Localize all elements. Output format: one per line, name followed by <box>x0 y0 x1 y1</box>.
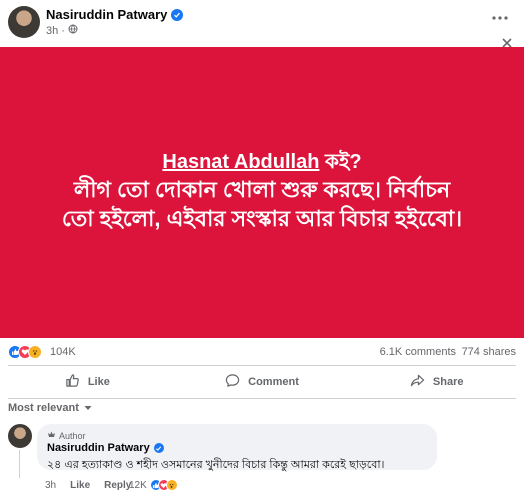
dot-separator: · <box>61 24 65 37</box>
commenter-name[interactable]: Nasiruddin Patwary <box>47 442 427 454</box>
comment-reply-button[interactable]: Reply <box>104 480 131 491</box>
share-button[interactable]: Share <box>349 368 524 396</box>
reaction-icons[interactable] <box>8 345 42 359</box>
globe-icon <box>68 24 78 37</box>
comment-sort-dropdown[interactable]: Most relevant <box>8 402 92 414</box>
comment-label: Comment <box>248 376 299 388</box>
verified-icon <box>171 8 184 21</box>
like-label: Like <box>87 376 110 388</box>
mention-link[interactable]: Hasnat Abdullah <box>162 151 319 173</box>
post-banner[interactable]: Hasnat Abdullah কই? লীগ তো দোকান খোলা শু… <box>0 47 524 338</box>
banner-text: Hasnat Abdullah কই? লীগ তো দোকান খোলা শু… <box>0 149 524 233</box>
reaction-count[interactable]: 104K <box>50 346 76 358</box>
comment-reaction-count: 12K <box>129 479 147 491</box>
wow-reaction-icon <box>28 345 42 359</box>
banner-line-1-suffix: কই? <box>319 151 362 173</box>
verified-icon <box>153 443 164 453</box>
comment-meta: 3h Like Reply <box>45 480 131 491</box>
post-header: Nasiruddin Patwary 3h · <box>0 0 524 48</box>
more-icon[interactable] <box>490 10 510 26</box>
comment-button[interactable]: Comment <box>175 368 350 396</box>
action-bar: Like Comment Share <box>0 368 524 396</box>
commenter-avatar[interactable] <box>8 424 32 448</box>
thread-line <box>19 450 20 478</box>
shares-count[interactable]: 774 shares <box>462 346 516 358</box>
author-name[interactable]: Nasiruddin Patwary <box>46 7 184 22</box>
comment-like-button[interactable]: Like <box>70 480 90 491</box>
sort-label: Most relevant <box>8 402 79 414</box>
banner-line-3: তো হইলো, এইবার সংস্কার আর বিচার হইবেো। <box>61 206 463 231</box>
comment-bubble: Author Nasiruddin Patwary ২৪ এর হত্যাকাণ… <box>37 424 437 471</box>
share-label: Share <box>432 376 464 388</box>
comment-reactions[interactable]: 12K <box>129 479 178 491</box>
share-icon <box>410 373 425 391</box>
comment-text: ২৪ এর হত্যাকাণ্ড ও শহীদ ওসমানের খুনীদের … <box>47 459 385 471</box>
author-name-text[interactable]: Nasiruddin Patwary <box>46 7 167 22</box>
divider <box>8 365 516 366</box>
comment-time[interactable]: 3h <box>45 480 56 491</box>
commenter-name-text[interactable]: Nasiruddin Patwary <box>47 442 150 454</box>
author-badge: Author <box>47 430 427 441</box>
author-avatar[interactable] <box>8 6 40 38</box>
comment-reaction-icons <box>149 479 178 491</box>
like-icon <box>65 373 80 391</box>
author-badge-icon <box>47 430 56 441</box>
reaction-bar: 104K 6.1K comments 774 shares <box>8 344 516 362</box>
post-meta: 3h · <box>46 24 78 37</box>
banner-line-2: লীগ তো দোকান খোলা শুরু করছে। নির্বাচন <box>73 177 451 202</box>
like-button[interactable]: Like <box>0 368 175 396</box>
author-badge-label: Author <box>59 430 86 441</box>
banner-line-1: Hasnat Abdullah কই? <box>0 149 524 175</box>
wow-reaction-icon <box>165 479 178 491</box>
divider <box>8 398 516 399</box>
comment-icon <box>225 373 240 391</box>
post-time[interactable]: 3h <box>46 25 58 37</box>
comments-count[interactable]: 6.1K comments <box>380 346 456 358</box>
chevron-down-icon <box>84 402 92 414</box>
